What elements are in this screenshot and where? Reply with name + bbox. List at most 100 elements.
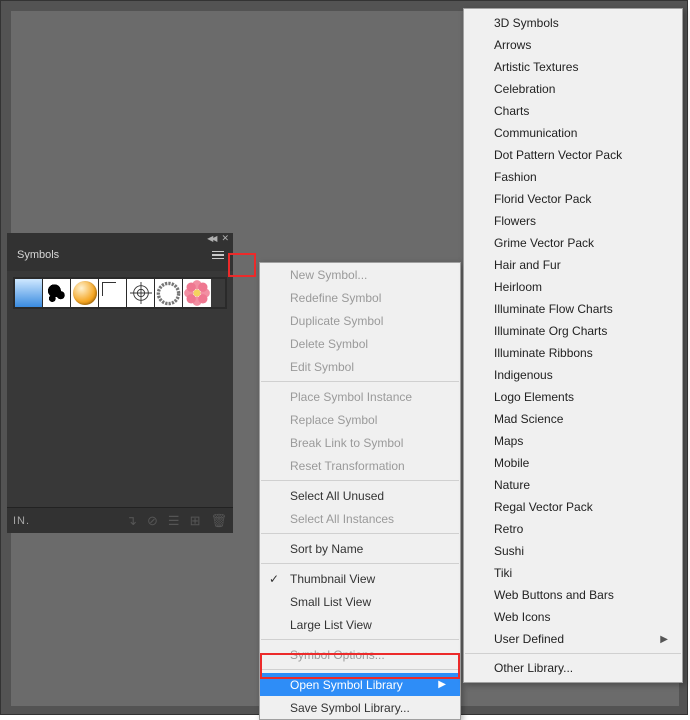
menu-separator [465,653,681,654]
footer-icons: ↴ ⊘ ☰ ⊞ 🗑 [126,513,227,529]
menu-item-label: Heirloom [494,280,542,294]
library-item-user-defined[interactable]: User Defined▶ [464,628,682,650]
menu-item-label: Save Symbol Library... [290,701,410,715]
symbol-blue-gradient[interactable] [15,279,43,307]
menu-item-label: Select All Instances [290,512,394,526]
library-item-maps[interactable]: Maps [464,430,682,452]
menu-item-label: 3D Symbols [494,16,559,30]
menu-item-label: Break Link to Symbol [290,436,403,450]
menu-item-small-list-view[interactable]: Small List View [260,590,460,613]
symbol-pink-flower[interactable] [183,279,211,307]
library-item-indigenous[interactable]: Indigenous [464,364,682,386]
menu-item-symbol-options: Symbol Options... [260,643,460,666]
menu-item-label: Tiki [494,566,512,580]
menu-item-label: Arrows [494,38,531,52]
place-instance-icon[interactable]: ↴ [126,513,137,529]
collapse-icon[interactable]: ◀◀ [207,234,215,243]
menu-item-select-all-unused[interactable]: Select All Unused [260,484,460,507]
library-item-grime-vector-pack[interactable]: Grime Vector Pack [464,232,682,254]
menu-item-label: Duplicate Symbol [290,314,383,328]
menu-item-break-link-to-symbol: Break Link to Symbol [260,431,460,454]
menu-item-label: Logo Elements [494,390,574,404]
menu-item-edit-symbol: Edit Symbol [260,355,460,378]
menu-item-label: Regal Vector Pack [494,500,593,514]
symbol-swatch-row [13,277,227,309]
library-item-illuminate-ribbons[interactable]: Illuminate Ribbons [464,342,682,364]
library-item-web-icons[interactable]: Web Icons [464,606,682,628]
panel-menu-button[interactable] [207,246,229,264]
symbol-registration-mark[interactable] [127,279,155,307]
tab-symbols[interactable]: Symbols [7,243,69,271]
options-icon[interactable]: ☰ [168,513,180,529]
submenu-arrow-icon: ▶ [660,634,668,645]
menu-item-open-symbol-library[interactable]: Open Symbol Library▶ [260,673,460,696]
menu-item-label: Sushi [494,544,524,558]
menu-item-label: Illuminate Flow Charts [494,302,613,316]
menu-separator [261,381,459,382]
menu-item-label: Artistic Textures [494,60,578,74]
library-item-sushi[interactable]: Sushi [464,540,682,562]
menu-item-label: Web Buttons and Bars [494,588,614,602]
panel-flyout-menu: New Symbol...Redefine SymbolDuplicate Sy… [259,262,461,720]
menu-item-label: Florid Vector Pack [494,192,591,206]
menu-item-label: Celebration [494,82,555,96]
symbol-library-submenu: 3D Symbols Arrows Artistic Textures Celebra… [463,8,683,683]
menu-item-label: Delete Symbol [290,337,368,351]
library-item-heirloom[interactable]: Heirloom [464,276,682,298]
library-item-illuminate-flow-charts[interactable]: Illuminate Flow Charts [464,298,682,320]
library-item-dot-pattern-vector-pack[interactable]: Dot Pattern Vector Pack [464,144,682,166]
menu-item-label: Flowers [494,214,536,228]
menu-item-reset-transformation: Reset Transformation [260,454,460,477]
library-item-celebration[interactable]: Celebration [464,78,682,100]
library-item-mobile[interactable]: Mobile [464,452,682,474]
menu-item-save-symbol-library[interactable]: Save Symbol Library... [260,696,460,719]
library-item-florid-vector-pack[interactable]: Florid Vector Pack [464,188,682,210]
menu-item-label: Mad Science [494,412,563,426]
library-item-logo-elements[interactable]: Logo Elements [464,386,682,408]
break-link-icon[interactable]: ⊘ [147,513,158,529]
submenu-arrow-icon: ▶ [438,679,446,690]
symbol-gear-ring[interactable] [155,279,183,307]
menu-item-label: Select All Unused [290,489,384,503]
library-item-tiki[interactable]: Tiki [464,562,682,584]
library-item-hair-and-fur[interactable]: Hair and Fur [464,254,682,276]
library-item-regal-vector-pack[interactable]: Regal Vector Pack [464,496,682,518]
new-symbol-icon[interactable]: ⊞ [190,513,201,529]
library-item-mad-science[interactable]: Mad Science [464,408,682,430]
menu-item-replace-symbol: Replace Symbol [260,408,460,431]
library-item-communication[interactable]: Communication [464,122,682,144]
menu-item-sort-by-name[interactable]: Sort by Name [260,537,460,560]
delete-icon[interactable]: 🗑 [210,513,227,529]
library-item-flowers[interactable]: Flowers [464,210,682,232]
menu-item-label: Edit Symbol [290,360,354,374]
menu-item-thumbnail-view[interactable]: Thumbnail View [260,567,460,590]
menu-separator [261,533,459,534]
library-item-artistic-textures[interactable]: Artistic Textures [464,56,682,78]
panel-tabs: Symbols [7,243,233,271]
library-item-other-library[interactable]: Other Library... [464,657,682,679]
menu-item-large-list-view[interactable]: Large List View [260,613,460,636]
menu-separator [261,639,459,640]
library-item-charts[interactable]: Charts [464,100,682,122]
library-item-3d-symbols[interactable]: 3D Symbols [464,12,682,34]
library-item-arrows[interactable]: Arrows [464,34,682,56]
symbol-ink-blot[interactable] [43,279,71,307]
menu-item-label: Charts [494,104,529,118]
library-item-illuminate-org-charts[interactable]: Illuminate Org Charts [464,320,682,342]
symbol-corner-arrow[interactable] [99,279,127,307]
symbol-orange-orb[interactable] [71,279,99,307]
menu-item-place-symbol-instance: Place Symbol Instance [260,385,460,408]
close-icon[interactable]: ✕ [221,233,229,244]
library-shortcut-icon[interactable]: IN. [13,515,30,527]
library-item-fashion[interactable]: Fashion [464,166,682,188]
library-item-retro[interactable]: Retro [464,518,682,540]
menu-separator [261,669,459,670]
library-item-nature[interactable]: Nature [464,474,682,496]
menu-item-delete-symbol: Delete Symbol [260,332,460,355]
menu-item-select-all-instances: Select All Instances [260,507,460,530]
menu-separator [261,563,459,564]
library-item-web-buttons-and-bars[interactable]: Web Buttons and Bars [464,584,682,606]
panel-body [7,271,233,507]
menu-separator [261,480,459,481]
menu-item-label: Grime Vector Pack [494,236,594,250]
